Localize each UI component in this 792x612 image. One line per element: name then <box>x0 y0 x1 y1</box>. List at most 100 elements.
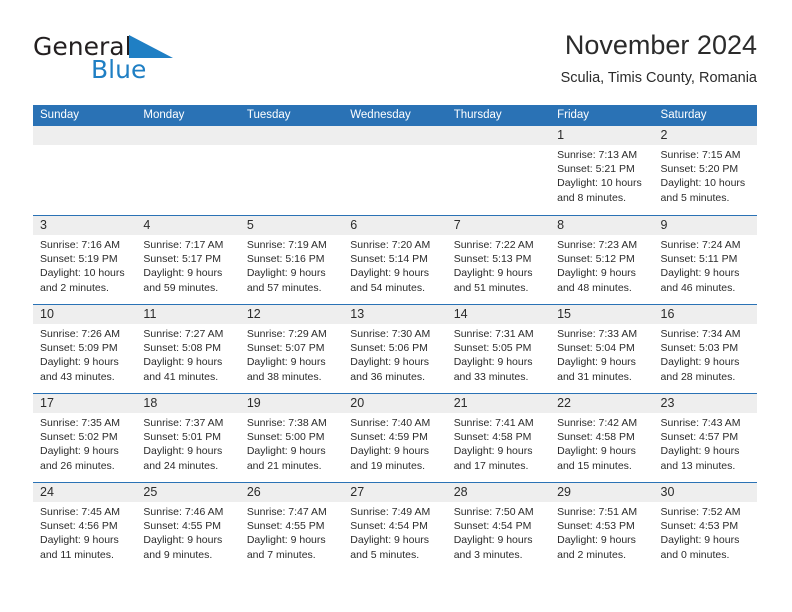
day-cell[interactable]: 9 Sunrise: 7:24 AM Sunset: 5:11 PM Dayli… <box>653 216 757 304</box>
sunset-text: Sunset: 5:17 PM <box>143 253 222 266</box>
sunrise-text: Sunrise: 7:40 AM <box>350 417 431 429</box>
day-cell[interactable]: 11 Sunrise: 7:27 AM Sunset: 5:08 PM Dayl… <box>136 305 240 393</box>
day-number: 4 <box>136 216 240 235</box>
daylight-text: Daylight: 9 hours and 13 minutes. <box>660 445 740 472</box>
day-cell[interactable]: 2 Sunrise: 7:15 AM Sunset: 5:20 PM Dayli… <box>653 126 757 215</box>
day-cell[interactable]: 24 Sunrise: 7:45 AM Sunset: 4:56 PM Dayl… <box>33 483 137 571</box>
weekday-header-sunday: Sunday <box>40 109 80 121</box>
daylight-text: Daylight: 9 hours and 17 minutes. <box>453 445 533 472</box>
daylight-text: Daylight: 10 hours and 2 minutes. <box>40 267 125 294</box>
day-cell[interactable]: 7 Sunrise: 7:22 AM Sunset: 5:13 PM Dayli… <box>446 216 551 304</box>
day-cell <box>239 126 344 215</box>
daylight-text: Daylight: 9 hours and 15 minutes. <box>557 445 636 472</box>
day-cell[interactable]: 3 Sunrise: 7:16 AM Sunset: 5:19 PM Dayli… <box>33 216 137 304</box>
day-cell[interactable]: 19 Sunrise: 7:38 AM Sunset: 5:00 PM Dayl… <box>239 394 344 482</box>
sunrise-text: Sunrise: 7:30 AM <box>350 328 431 340</box>
day-cell[interactable]: 17 Sunrise: 7:35 AM Sunset: 5:02 PM Dayl… <box>33 394 137 482</box>
sunrise-text: Sunrise: 7:16 AM <box>40 239 120 251</box>
week-row: 10 Sunrise: 7:26 AM Sunset: 5:09 PM Dayl… <box>33 304 757 393</box>
daylight-text: Daylight: 9 hours and 7 minutes. <box>246 534 326 561</box>
sunrise-text: Sunrise: 7:19 AM <box>246 239 327 251</box>
calendar-grid: Sunday Monday Tuesday Wednesday Thursday… <box>33 105 757 571</box>
day-cell[interactable]: 13 Sunrise: 7:30 AM Sunset: 5:06 PM Dayl… <box>343 305 447 393</box>
day-details: Sunrise: 7:45 AM Sunset: 4:56 PM Dayligh… <box>33 502 136 562</box>
day-cell[interactable]: 26 Sunrise: 7:47 AM Sunset: 4:55 PM Dayl… <box>239 483 344 571</box>
day-number <box>33 126 137 145</box>
day-cell[interactable]: 8 Sunrise: 7:23 AM Sunset: 5:12 PM Dayli… <box>550 216 654 304</box>
day-details: Sunrise: 7:19 AM Sunset: 5:16 PM Dayligh… <box>240 235 343 295</box>
day-details: Sunrise: 7:20 AM Sunset: 5:14 PM Dayligh… <box>343 235 446 295</box>
day-cell[interactable]: 18 Sunrise: 7:37 AM Sunset: 5:01 PM Dayl… <box>136 394 240 482</box>
sunset-text: Sunset: 5:06 PM <box>350 342 428 355</box>
day-cell[interactable]: 29 Sunrise: 7:51 AM Sunset: 4:53 PM Dayl… <box>550 483 654 571</box>
daylight-text: Daylight: 9 hours and 57 minutes. <box>246 267 326 294</box>
day-details <box>33 145 136 148</box>
daylight-text: Daylight: 10 hours and 8 minutes. <box>557 177 642 204</box>
page-header: General Blue November 2024 Sculia, Timis… <box>33 28 757 98</box>
daylight-text: Daylight: 9 hours and 59 minutes. <box>143 267 223 294</box>
week-row: 1 Sunrise: 7:13 AM Sunset: 5:21 PM Dayli… <box>33 126 757 215</box>
day-cell[interactable]: 5 Sunrise: 7:19 AM Sunset: 5:16 PM Dayli… <box>239 216 344 304</box>
day-cell[interactable]: 28 Sunrise: 7:50 AM Sunset: 4:54 PM Dayl… <box>446 483 551 571</box>
day-details: Sunrise: 7:26 AM Sunset: 5:09 PM Dayligh… <box>33 324 136 384</box>
daylight-text: Daylight: 9 hours and 33 minutes. <box>453 356 533 383</box>
sunset-text: Sunset: 5:03 PM <box>660 342 739 355</box>
day-cell[interactable]: 4 Sunrise: 7:17 AM Sunset: 5:17 PM Dayli… <box>136 216 240 304</box>
weekday-header-monday: Monday <box>143 109 185 121</box>
day-number: 15 <box>550 305 654 324</box>
weekday-header-friday: Friday <box>557 109 590 121</box>
day-number: 28 <box>446 483 551 502</box>
day-cell[interactable]: 16 Sunrise: 7:34 AM Sunset: 5:03 PM Dayl… <box>653 305 757 393</box>
day-details: Sunrise: 7:49 AM Sunset: 4:54 PM Dayligh… <box>343 502 446 562</box>
day-number: 2 <box>653 126 757 145</box>
daylight-text: Daylight: 9 hours and 43 minutes. <box>40 356 119 383</box>
day-number: 22 <box>550 394 654 413</box>
weekday-header-tuesday: Tuesday <box>246 109 291 121</box>
day-cell[interactable]: 25 Sunrise: 7:46 AM Sunset: 4:55 PM Dayl… <box>136 483 240 571</box>
day-cell <box>33 126 137 215</box>
day-number <box>446 126 551 145</box>
day-cell[interactable]: 23 Sunrise: 7:43 AM Sunset: 4:57 PM Dayl… <box>653 394 757 482</box>
day-number: 18 <box>136 394 240 413</box>
sunrise-text: Sunrise: 7:52 AM <box>660 506 741 518</box>
day-details: Sunrise: 7:50 AM Sunset: 4:54 PM Dayligh… <box>447 502 550 562</box>
daylight-text: Daylight: 9 hours and 36 minutes. <box>350 356 430 383</box>
day-cell[interactable]: 12 Sunrise: 7:29 AM Sunset: 5:07 PM Dayl… <box>239 305 344 393</box>
daylight-text: Daylight: 9 hours and 19 minutes. <box>350 445 430 472</box>
daylight-text: Daylight: 9 hours and 31 minutes. <box>557 356 636 383</box>
day-number: 30 <box>653 483 757 502</box>
day-details: Sunrise: 7:52 AM Sunset: 4:53 PM Dayligh… <box>654 502 757 562</box>
day-number: 10 <box>33 305 137 324</box>
day-details: Sunrise: 7:41 AM Sunset: 4:58 PM Dayligh… <box>447 413 550 473</box>
weekday-header-row: Sunday Monday Tuesday Wednesday Thursday… <box>33 105 757 126</box>
day-cell[interactable]: 27 Sunrise: 7:49 AM Sunset: 4:54 PM Dayl… <box>343 483 447 571</box>
daylight-text: Daylight: 10 hours and 5 minutes. <box>660 177 746 204</box>
day-cell[interactable]: 1 Sunrise: 7:13 AM Sunset: 5:21 PM Dayli… <box>550 126 654 215</box>
day-cell[interactable]: 30 Sunrise: 7:52 AM Sunset: 4:53 PM Dayl… <box>653 483 757 571</box>
sunrise-text: Sunrise: 7:13 AM <box>557 149 638 161</box>
calendar-page: General Blue November 2024 Sculia, Timis… <box>0 0 792 612</box>
daylight-text: Daylight: 9 hours and 11 minutes. <box>40 534 119 561</box>
day-cell[interactable]: 22 Sunrise: 7:42 AM Sunset: 4:58 PM Dayl… <box>550 394 654 482</box>
day-cell[interactable]: 14 Sunrise: 7:31 AM Sunset: 5:05 PM Dayl… <box>446 305 551 393</box>
sunset-text: Sunset: 5:20 PM <box>660 163 739 176</box>
day-details <box>240 145 343 148</box>
day-number: 9 <box>653 216 757 235</box>
day-number: 11 <box>136 305 240 324</box>
day-cell[interactable]: 21 Sunrise: 7:41 AM Sunset: 4:58 PM Dayl… <box>446 394 551 482</box>
day-number: 27 <box>343 483 447 502</box>
sunrise-text: Sunrise: 7:31 AM <box>453 328 534 340</box>
day-details: Sunrise: 7:37 AM Sunset: 5:01 PM Dayligh… <box>136 413 239 473</box>
sunset-text: Sunset: 5:09 PM <box>40 342 118 355</box>
sunrise-text: Sunrise: 7:51 AM <box>557 506 638 518</box>
day-cell[interactable]: 10 Sunrise: 7:26 AM Sunset: 5:09 PM Dayl… <box>33 305 137 393</box>
day-number <box>136 126 240 145</box>
sunrise-text: Sunrise: 7:20 AM <box>350 239 431 251</box>
sunset-text: Sunset: 5:05 PM <box>453 342 532 355</box>
sunset-text: Sunset: 4:55 PM <box>246 520 325 533</box>
sunrise-text: Sunrise: 7:45 AM <box>40 506 120 518</box>
day-cell[interactable]: 15 Sunrise: 7:33 AM Sunset: 5:04 PM Dayl… <box>550 305 654 393</box>
day-cell[interactable]: 6 Sunrise: 7:20 AM Sunset: 5:14 PM Dayli… <box>343 216 447 304</box>
day-cell[interactable]: 20 Sunrise: 7:40 AM Sunset: 4:59 PM Dayl… <box>343 394 447 482</box>
brand-logo[interactable]: General Blue <box>33 32 273 88</box>
